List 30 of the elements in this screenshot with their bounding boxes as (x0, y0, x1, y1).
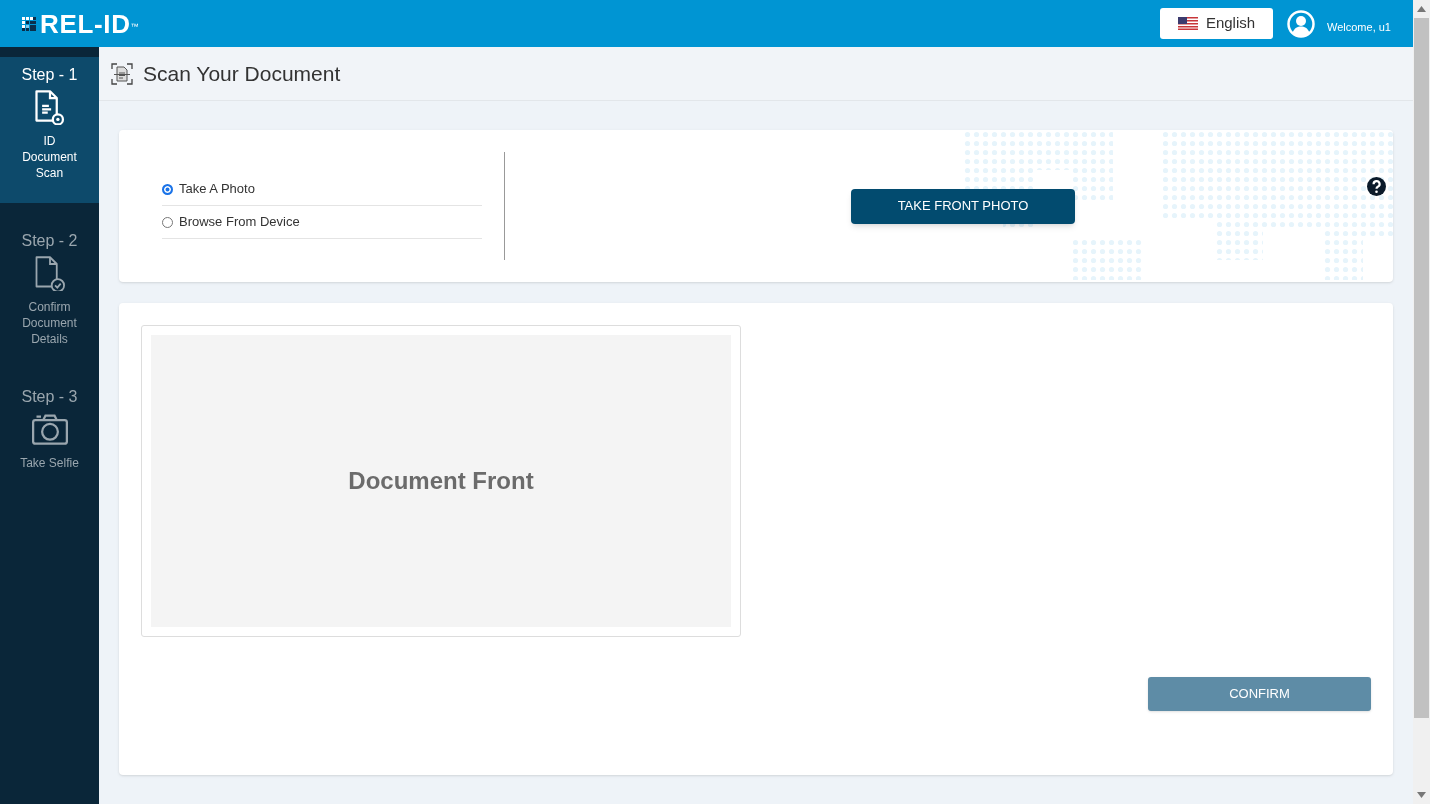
confirm-button[interactable]: CONFIRM (1148, 677, 1371, 711)
step-label: Confirm Document Details (21, 299, 78, 347)
logo-grid-icon (22, 16, 36, 31)
take-photo-button[interactable]: TAKE FRONT PHOTO (851, 188, 1075, 224)
step-item[interactable]: Step - 1 ID Document Scan (0, 57, 99, 203)
language-button[interactable]: English (1160, 8, 1273, 39)
step-number: Step - 1 (21, 65, 78, 85)
step-item[interactable]: Step - 3 Take Selfie (0, 379, 99, 493)
scrollbar-thumb[interactable] (1414, 18, 1429, 718)
placeholder-label: Document Front (348, 466, 534, 496)
scan-document-icon (111, 62, 133, 85)
step-number: Step - 2 (21, 231, 78, 251)
step-number: Step - 3 (21, 387, 78, 407)
step-item[interactable]: Step - 2 Confirm Document Details (0, 223, 99, 369)
flag-icon (1177, 17, 1198, 30)
radio-option[interactable]: Browse From Device (162, 206, 482, 239)
logo-text: REL-ID$^{™}$ (40, 10, 140, 37)
scroll-up-icon[interactable] (1417, 6, 1426, 12)
radio-button[interactable] (162, 183, 173, 195)
camera-icon (31, 411, 68, 447)
help-icon[interactable] (1367, 177, 1386, 196)
radio-option[interactable]: Take A Photo (162, 173, 482, 206)
scrollbar[interactable] (1413, 0, 1430, 804)
step-label: ID Document Scan (21, 133, 78, 181)
welcome-text: Welcome, u1 (1327, 20, 1391, 36)
user-avatar-icon[interactable] (1287, 9, 1315, 38)
step-label: Take Selfie (19, 455, 80, 471)
scroll-down-icon[interactable] (1417, 792, 1426, 798)
radio-button[interactable] (162, 216, 173, 228)
page-title: Scan Your Document (143, 60, 341, 87)
